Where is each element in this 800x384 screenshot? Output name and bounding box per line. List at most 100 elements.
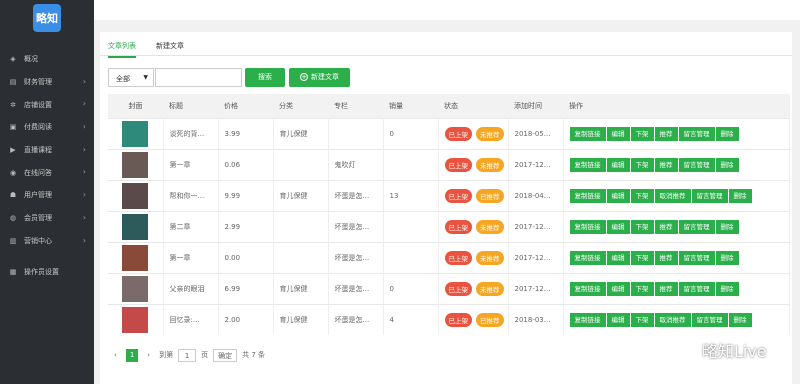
recommend-button[interactable]: 推荐 bbox=[654, 281, 678, 296]
main-panel: 文章列表 新建文章 全部 ▼ 搜索 + 新建文章 封面 标题 价格 分类 专栏 销… bbox=[100, 32, 792, 384]
page-1-button[interactable]: 1 bbox=[125, 348, 139, 362]
comments-button[interactable]: 留言管理 bbox=[691, 312, 728, 327]
copy-link-button[interactable]: 复制链接 bbox=[569, 219, 606, 234]
edit-button[interactable]: 编辑 bbox=[606, 281, 630, 296]
delete-button[interactable]: 删除 bbox=[728, 312, 752, 327]
tab-article-list[interactable]: 文章列表 bbox=[108, 41, 136, 58]
comments-button[interactable]: 留言管理 bbox=[691, 188, 728, 203]
recommend-button[interactable]: 推荐 bbox=[654, 157, 678, 172]
unpublish-button[interactable]: 下架 bbox=[630, 219, 654, 234]
prev-page-button[interactable]: ‹ bbox=[110, 349, 121, 362]
sales-cell: 13 bbox=[383, 179, 439, 211]
sidebar-item-2[interactable]: ▤ 财务管理 › bbox=[0, 71, 94, 94]
copy-link-button[interactable]: 复制链接 bbox=[569, 157, 606, 172]
edit-button[interactable]: 编辑 bbox=[606, 219, 630, 234]
location-icon: ◉ bbox=[9, 168, 17, 177]
category-filter-select[interactable]: 全部 ▼ bbox=[108, 68, 154, 87]
action-buttons: 复制链接 编辑 下架 推荐 留言管理 删除 bbox=[569, 157, 789, 172]
new-article-label: 新建文章 bbox=[311, 73, 339, 81]
recommend-button[interactable]: 推荐 bbox=[654, 219, 678, 234]
search-button[interactable]: 搜索 bbox=[245, 68, 285, 87]
recommend-badge: 未推荐 bbox=[476, 250, 504, 265]
recommend-button[interactable]: 取消推荐 bbox=[654, 312, 691, 327]
page-number-input[interactable]: 1 bbox=[178, 348, 197, 362]
comments-button[interactable]: 留言管理 bbox=[678, 126, 715, 141]
cover-thumbnail bbox=[122, 151, 149, 178]
sidebar-item-6[interactable]: ◉ 在线问答 › bbox=[0, 161, 94, 184]
column-cell: 坏蛋是怎... bbox=[328, 210, 384, 242]
copy-link-button[interactable]: 复制链接 bbox=[569, 188, 606, 203]
sidebar-item-5[interactable]: ▶ 直播课程 › bbox=[0, 139, 94, 162]
comments-button[interactable]: 留言管理 bbox=[678, 281, 715, 296]
confirm-page-button[interactable]: 确定 bbox=[213, 348, 238, 362]
sidebar-item-10[interactable]: ▦ 操作员设置 bbox=[0, 260, 94, 283]
delete-button[interactable]: 删除 bbox=[715, 250, 739, 265]
sidebar-item-label: 在线问答 bbox=[24, 168, 52, 177]
filter-value: 全部 bbox=[116, 75, 130, 83]
gear-icon: ✲ bbox=[10, 100, 16, 109]
sidebar-item-3[interactable]: ✲ 店铺设置 › bbox=[0, 93, 94, 116]
cover-thumbnail bbox=[122, 244, 149, 271]
new-article-button[interactable]: + 新建文章 bbox=[289, 68, 350, 87]
delete-button[interactable]: 删除 bbox=[715, 281, 739, 296]
actions-cell: 复制链接 编辑 下架 推荐 留言管理 删除 bbox=[563, 272, 790, 304]
edit-button[interactable]: 编辑 bbox=[606, 250, 630, 265]
edit-button[interactable]: 编辑 bbox=[606, 157, 630, 172]
unpublish-button[interactable]: 下架 bbox=[630, 126, 654, 141]
layers-icon: ◈ bbox=[10, 55, 16, 64]
price-cell: 0.06 bbox=[218, 148, 274, 180]
sidebar-item-8[interactable]: ◍ 会员管理 › bbox=[0, 207, 94, 230]
unpublish-button[interactable]: 下架 bbox=[630, 188, 654, 203]
edit-button[interactable]: 编辑 bbox=[606, 126, 630, 141]
unpublish-button[interactable]: 下架 bbox=[630, 312, 654, 327]
unpublish-button[interactable]: 下架 bbox=[630, 281, 654, 296]
search-input[interactable] bbox=[155, 68, 242, 87]
sidebar-item-label: 直播课程 bbox=[24, 146, 52, 155]
category-cell: 育儿保健 bbox=[273, 117, 329, 149]
column-cell: 坏蛋是怎... bbox=[328, 272, 384, 304]
recommend-badge: 已推荐 bbox=[476, 188, 504, 203]
sidebar-item-7[interactable]: ☗ 用户管理 › bbox=[0, 184, 94, 207]
date-cell: 2018-04... bbox=[508, 179, 564, 211]
cover-cell bbox=[108, 303, 164, 335]
cover-cell bbox=[108, 179, 164, 211]
recommend-button[interactable]: 取消推荐 bbox=[654, 188, 691, 203]
copy-link-button[interactable]: 复制链接 bbox=[569, 281, 606, 296]
header-status: 状态 bbox=[438, 94, 508, 118]
unpublish-button[interactable]: 下架 bbox=[630, 157, 654, 172]
chevron-right-icon: › bbox=[82, 235, 86, 245]
unpublish-button[interactable]: 下架 bbox=[630, 250, 654, 265]
header-added-time: 添加时间 bbox=[508, 94, 563, 118]
page-unit-label: 页 bbox=[201, 351, 209, 359]
copy-link-button[interactable]: 复制链接 bbox=[569, 250, 606, 265]
recommend-button[interactable]: 推荐 bbox=[654, 250, 678, 265]
delete-button[interactable]: 删除 bbox=[715, 157, 739, 172]
copy-link-button[interactable]: 复制链接 bbox=[569, 312, 606, 327]
table-row: 回忆录:... 2.00 育儿保健 坏蛋是怎... 4 已上架 已推荐 2018-03... 复… bbox=[108, 303, 790, 335]
delete-button[interactable]: 删除 bbox=[715, 126, 739, 141]
table-header-row: 封面 标题 价格 分类 专栏 销量 状态 添加时间 操作 bbox=[108, 94, 790, 118]
delete-button[interactable]: 删除 bbox=[728, 188, 752, 203]
next-page-button[interactable]: › bbox=[143, 349, 154, 362]
app-logo[interactable]: 略知 bbox=[33, 4, 61, 32]
price-cell: 2.99 bbox=[218, 210, 274, 242]
sidebar-item-4[interactable]: ▣ 付费阅读 › bbox=[0, 116, 94, 139]
status-cell: 已上架 未推荐 bbox=[438, 117, 509, 149]
table-row: 谈死的背... 3.99 育儿保健 0 已上架 未推荐 2018-05... 复制链接 编辑 下架… bbox=[108, 117, 790, 149]
edit-button[interactable]: 编辑 bbox=[606, 312, 630, 327]
delete-button[interactable]: 删除 bbox=[715, 219, 739, 234]
actions-cell: 复制链接 编辑 下架 推荐 留言管理 删除 bbox=[563, 148, 790, 180]
sidebar-item-9[interactable]: ▥ 营销中心 › bbox=[0, 230, 94, 253]
edit-button[interactable]: 编辑 bbox=[606, 188, 630, 203]
status-cell: 已上架 未推荐 bbox=[438, 241, 509, 273]
recommend-badge: 未推荐 bbox=[476, 157, 504, 172]
logo-text: 略知 bbox=[36, 12, 58, 25]
comments-button[interactable]: 留言管理 bbox=[678, 157, 715, 172]
copy-link-button[interactable]: 复制链接 bbox=[569, 126, 606, 141]
comments-button[interactable]: 留言管理 bbox=[678, 219, 715, 234]
action-buttons: 复制链接 编辑 下架 取消推荐 留言管理 删除 bbox=[569, 312, 789, 327]
recommend-button[interactable]: 推荐 bbox=[654, 126, 678, 141]
tab-new-article[interactable]: 新建文章 bbox=[156, 41, 184, 51]
comments-button[interactable]: 留言管理 bbox=[678, 250, 715, 265]
sidebar-item-1[interactable]: ◈ 概况 bbox=[0, 48, 94, 71]
